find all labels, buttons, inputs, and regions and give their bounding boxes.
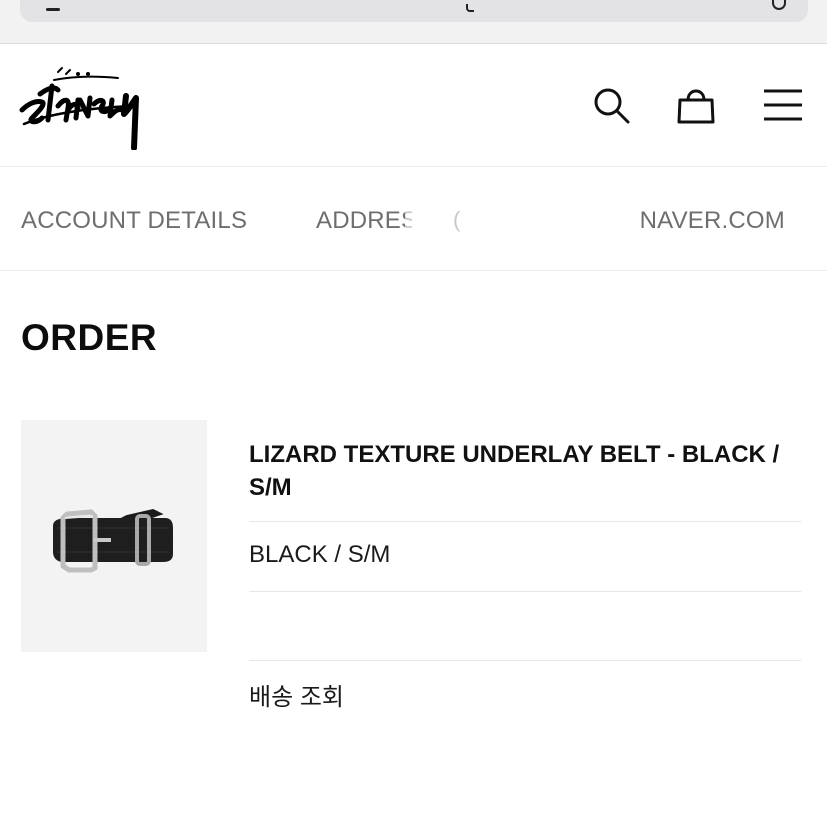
lock-icon: [466, 4, 474, 12]
search-icon[interactable]: [590, 84, 632, 126]
reload-icon[interactable]: [772, 0, 786, 10]
track-shipping-link[interactable]: 배송 조회: [249, 677, 344, 712]
tab-email[interactable]: NAVER.COM: [621, 207, 785, 235]
product-variant: BLACK / S/M: [249, 541, 391, 568]
product-image[interactable]: [21, 420, 207, 652]
tab-account-details[interactable]: ACCOUNT DETAILS: [21, 207, 247, 235]
site-header: [0, 44, 827, 167]
divider: [249, 591, 801, 592]
shopping-bag-icon[interactable]: [675, 84, 717, 126]
divider: [249, 521, 801, 522]
stussy-logo[interactable]: [18, 64, 146, 151]
url-field[interactable]: [20, 0, 808, 22]
hamburger-menu-icon[interactable]: [762, 84, 804, 126]
account-nav: ACCOUNT DETAILS ADDRESS ( NAVER.COM: [0, 167, 827, 271]
tab-address[interactable]: ADDRESS: [316, 207, 412, 235]
page-title: ORDER: [21, 317, 158, 358]
browser-bar: [0, 0, 827, 44]
divider: [249, 660, 801, 661]
product-name[interactable]: LIZARD TEXTURE UNDERLAY BELT - BLACK / S…: [249, 438, 801, 504]
belt-image: [53, 508, 173, 573]
menu-icon[interactable]: [46, 8, 60, 11]
blurred-glyph: (: [453, 207, 461, 232]
blurred-region: (: [405, 187, 641, 251]
stussy-logo-graphic: [19, 67, 139, 151]
